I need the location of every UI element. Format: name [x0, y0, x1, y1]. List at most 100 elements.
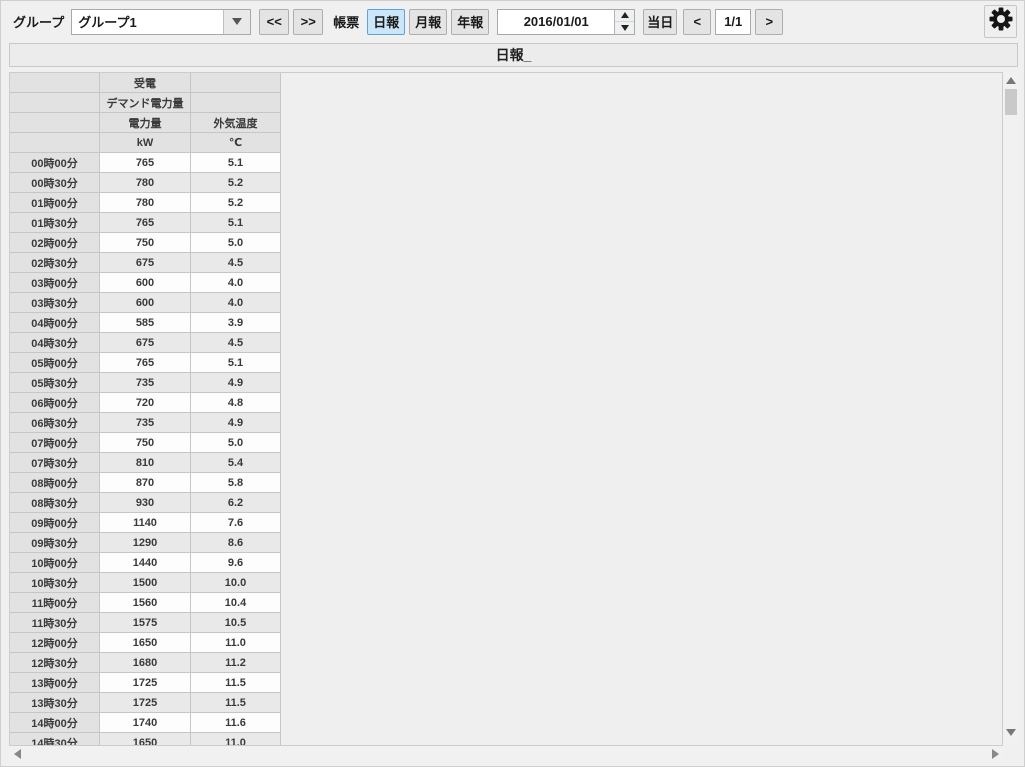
- row-value-cell: 4.9: [191, 373, 281, 393]
- row-value-cell: 930: [100, 493, 191, 513]
- row-value-cell: 750: [100, 433, 191, 453]
- date-spinner: [614, 10, 634, 34]
- table-header-row: デマンド電力量: [10, 93, 281, 113]
- row-time-cell: 06時30分: [10, 413, 100, 433]
- row-value-cell: 585: [100, 313, 191, 333]
- report-table: 受電デマンド電力量電力量外気温度kW℃00時00分7655.100時30分780…: [9, 72, 281, 746]
- date-field-value: 2016/01/01: [498, 10, 614, 34]
- group-select-value: グループ1: [72, 10, 223, 34]
- date-field[interactable]: 2016/01/01: [497, 9, 635, 35]
- row-time-cell: 12時30分: [10, 653, 100, 673]
- table-row: 13時00分172511.5: [10, 673, 281, 693]
- scroll-up-icon[interactable]: [1003, 72, 1019, 88]
- row-value-cell: 11.6: [191, 713, 281, 733]
- table-row: 00時30分7805.2: [10, 173, 281, 193]
- row-value-cell: 5.1: [191, 353, 281, 373]
- row-time-cell: 01時00分: [10, 193, 100, 213]
- today-button[interactable]: 当日: [643, 9, 677, 35]
- report-label: 帳票: [333, 12, 359, 31]
- vertical-scrollbar-thumb[interactable]: [1005, 89, 1017, 115]
- scroll-left-icon[interactable]: [9, 746, 25, 761]
- tab-daily-report[interactable]: 日報: [367, 9, 405, 35]
- next-group-button[interactable]: >>: [293, 9, 323, 35]
- row-value-cell: 810: [100, 453, 191, 473]
- table-row: 13時30分172511.5: [10, 693, 281, 713]
- row-value-cell: 1290: [100, 533, 191, 553]
- prev-group-button[interactable]: <<: [259, 9, 289, 35]
- table-row: 06時00分7204.8: [10, 393, 281, 413]
- table-row: 11時30分157510.5: [10, 613, 281, 633]
- row-value-cell: kW: [100, 133, 191, 153]
- page-indicator: 1/1: [715, 9, 751, 35]
- row-time-cell: 09時00分: [10, 513, 100, 533]
- row-value-cell: 5.8: [191, 473, 281, 493]
- row-value-cell: 1560: [100, 593, 191, 613]
- row-value-cell: 4.8: [191, 393, 281, 413]
- vertical-scrollbar[interactable]: [1003, 72, 1019, 746]
- row-value-cell: 10.4: [191, 593, 281, 613]
- chevron-down-icon[interactable]: [223, 10, 250, 34]
- row-value-cell: 720: [100, 393, 191, 413]
- row-time-cell: 09時30分: [10, 533, 100, 553]
- row-value-cell: 4.5: [191, 253, 281, 273]
- row-time-cell: 00時00分: [10, 153, 100, 173]
- toolbar: グループ グループ1 << >> 帳票 日報 月報 年報 2016/01/01 …: [1, 1, 1024, 42]
- row-value-cell: 750: [100, 233, 191, 253]
- table-row: 03時00分6004.0: [10, 273, 281, 293]
- row-time-cell: 04時30分: [10, 333, 100, 353]
- table-row: 08時30分9306.2: [10, 493, 281, 513]
- row-time-cell: 07時30分: [10, 453, 100, 473]
- scroll-down-icon[interactable]: [1003, 724, 1019, 740]
- table-header-row: 電力量外気温度: [10, 113, 281, 133]
- row-time-cell: 03時30分: [10, 293, 100, 313]
- row-value-cell: [191, 73, 281, 93]
- row-value-cell: 5.4: [191, 453, 281, 473]
- row-time-cell: [10, 113, 100, 133]
- row-value-cell: 11.5: [191, 673, 281, 693]
- row-time-cell: 01時30分: [10, 213, 100, 233]
- settings-button[interactable]: [984, 5, 1017, 38]
- row-time-cell: 13時00分: [10, 673, 100, 693]
- scroll-right-icon[interactable]: [987, 746, 1003, 761]
- row-time-cell: 05時30分: [10, 373, 100, 393]
- row-time-cell: 02時30分: [10, 253, 100, 273]
- table-row: 06時30分7354.9: [10, 413, 281, 433]
- group-select[interactable]: グループ1: [71, 9, 251, 35]
- table-row: 10時30分150010.0: [10, 573, 281, 593]
- page-prev-button[interactable]: <: [683, 9, 711, 35]
- row-value-cell: 600: [100, 293, 191, 313]
- row-value-cell: 4.0: [191, 293, 281, 313]
- spin-up-icon[interactable]: [615, 10, 634, 22]
- row-value-cell: 735: [100, 373, 191, 393]
- row-value-cell: 1650: [100, 733, 191, 746]
- row-time-cell: 10時30分: [10, 573, 100, 593]
- page-next-button[interactable]: >: [755, 9, 783, 35]
- row-value-cell: 4.0: [191, 273, 281, 293]
- row-value-cell: 5.2: [191, 193, 281, 213]
- row-value-cell: 5.1: [191, 153, 281, 173]
- row-value-cell: 1440: [100, 553, 191, 573]
- table-row: 07時30分8105.4: [10, 453, 281, 473]
- horizontal-scrollbar[interactable]: [9, 746, 1003, 761]
- row-value-cell: 9.6: [191, 553, 281, 573]
- row-value-cell: 1740: [100, 713, 191, 733]
- table-row: 04時00分5853.9: [10, 313, 281, 333]
- row-value-cell: 外気温度: [191, 113, 281, 133]
- row-value-cell: 765: [100, 353, 191, 373]
- table-row: 05時30分7354.9: [10, 373, 281, 393]
- report-viewport: 受電デマンド電力量電力量外気温度kW℃00時00分7655.100時30分780…: [9, 72, 1003, 746]
- tab-monthly-report[interactable]: 月報: [409, 9, 447, 35]
- table-row: 02時00分7505.0: [10, 233, 281, 253]
- row-value-cell: 受電: [100, 73, 191, 93]
- row-time-cell: 12時00分: [10, 633, 100, 653]
- row-time-cell: 14時00分: [10, 713, 100, 733]
- row-time-cell: 02時00分: [10, 233, 100, 253]
- app-window: グループ グループ1 << >> 帳票 日報 月報 年報 2016/01/01 …: [0, 0, 1025, 767]
- page-title: 日報_: [496, 45, 532, 65]
- spin-down-icon[interactable]: [615, 21, 634, 34]
- row-time-cell: 00時30分: [10, 173, 100, 193]
- row-value-cell: 3.9: [191, 313, 281, 333]
- table-row: 09時00分11407.6: [10, 513, 281, 533]
- row-value-cell: 1140: [100, 513, 191, 533]
- tab-yearly-report[interactable]: 年報: [451, 9, 489, 35]
